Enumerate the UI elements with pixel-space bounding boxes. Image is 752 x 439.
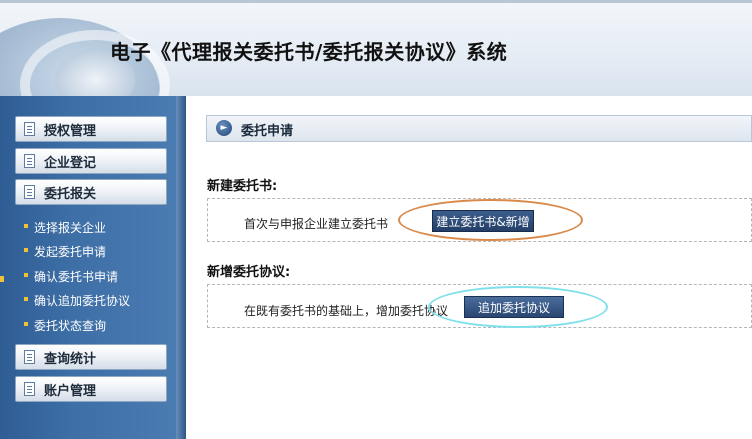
bullet-icon [24,273,28,277]
sidebar-subitem-label: 选择报关企业 [34,221,107,235]
app-header: 电子《代理报关委托书/委托报关协议》系统 [0,0,752,96]
sidebar-item-commission-declaration[interactable]: 委托报关 [15,179,167,205]
sidebar-item-label: 查询统计 [44,351,97,367]
bullet-icon [24,297,28,301]
sidebar-item-account-management[interactable]: 账户管理 [15,376,167,402]
header-top-border [0,0,752,3]
document-icon [24,350,35,364]
new-letter-title: 新建委托书: [207,179,278,194]
sidebar-item-query-statistics[interactable]: 查询统计 [15,344,167,370]
new-letter-description: 首次与申报企业建立委托书 [244,217,389,231]
sidebar-subitem-initiate-request[interactable]: 发起委托申请 [24,243,107,260]
sidebar-item-label: 企业登记 [44,155,97,171]
sidebar-subitem-select-broker[interactable]: 选择报关企业 [24,219,107,236]
bullet-icon [24,224,28,228]
new-agreement-description: 在既有委托书的基础上，增加委托协议 [244,304,449,318]
annotation-ellipse-orange [398,199,583,241]
sidebar-subitem-confirm-additional-agreement[interactable]: 确认追加委托协议 [24,292,131,309]
annotation-ellipse-cyan [428,286,608,328]
document-icon [24,185,35,199]
sidebar-subitem-label: 确认追加委托协议 [34,294,131,308]
sidebar-item-label: 账户管理 [44,383,97,399]
document-icon [24,154,35,168]
app-title: 电子《代理报关委托书/委托报关协议》系统 [110,40,508,64]
sidebar-item-authorization[interactable]: 授权管理 [15,116,167,142]
new-agreement-title: 新增委托协议: [207,265,291,280]
document-icon [24,122,35,136]
document-icon [24,382,35,396]
arrow-circle-icon: ► [216,120,232,136]
sidebar-subitem-status-query[interactable]: 委托状态查询 [24,317,107,334]
sidebar-item-label: 委托报关 [44,186,97,202]
sidebar-subitem-label: 发起委托申请 [34,245,107,259]
section-title: 委托申请 [241,124,294,139]
edge-marker [0,276,4,282]
sidebar-edge [176,96,186,439]
bullet-icon [24,248,28,252]
sidebar-subitem-label: 委托状态查询 [34,319,107,333]
sidebar-subitem-label: 确认委托书申请 [34,270,119,284]
sidebar-item-label: 授权管理 [44,123,97,139]
sidebar-item-enterprise-registration[interactable]: 企业登记 [15,148,167,174]
sidebar-subitem-confirm-letter[interactable]: 确认委托书申请 [24,268,119,285]
bullet-icon [24,322,28,326]
